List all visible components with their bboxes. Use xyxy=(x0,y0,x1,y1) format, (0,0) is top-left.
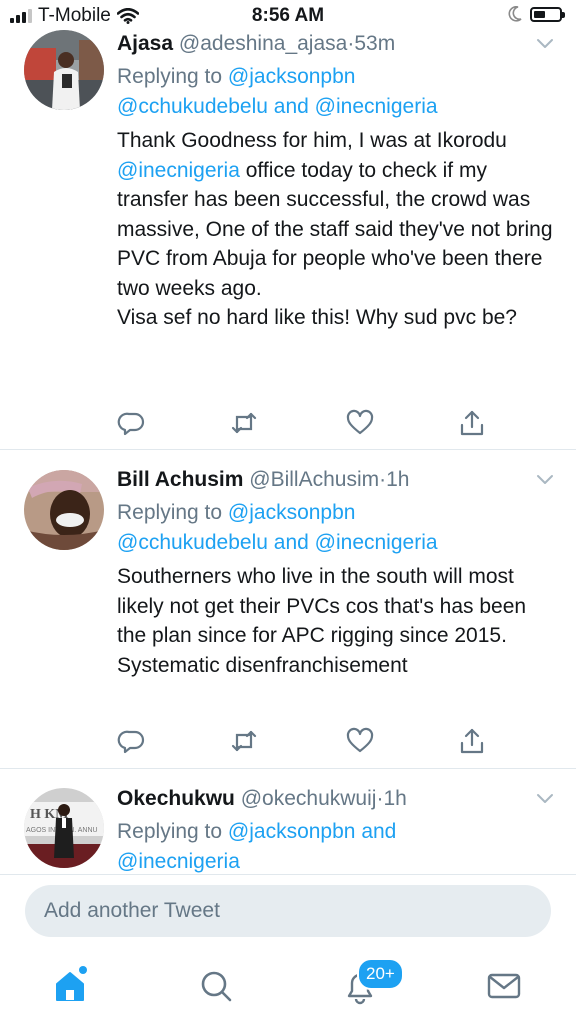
share-icon[interactable] xyxy=(457,726,487,756)
home-icon[interactable] xyxy=(50,966,90,1006)
mention-link[interactable]: @jacksonpbn xyxy=(228,820,356,843)
tweet-content: Ajasa @adeshina_ajasa·53m Replying to @j… xyxy=(117,30,557,333)
avatar[interactable] xyxy=(24,30,104,110)
mention-link[interactable]: @inecnigeria xyxy=(117,850,240,873)
tweet-text: Southerners who live in the south will m… xyxy=(117,562,557,680)
divider xyxy=(0,768,576,769)
notifications-badge: 20+ xyxy=(357,958,404,990)
tweet-card[interactable]: H KM AGOS INTERN. ANNU Okechukwu @okechu… xyxy=(0,785,576,874)
tweet-time[interactable]: 53m xyxy=(354,32,395,55)
tweet-card[interactable]: Ajasa @adeshina_ajasa·53m Replying to @j… xyxy=(0,30,576,449)
tweet-content: Bill Achusim @BillAchusim·1h Replying to… xyxy=(117,466,557,680)
replying-prefix: Replying to xyxy=(117,820,223,843)
tweet-header: Okechukwu @okechukwuij·1h xyxy=(117,785,557,813)
compose-placeholder: Add another Tweet xyxy=(44,899,220,922)
retweet-icon[interactable] xyxy=(229,726,259,756)
replying-to: Replying to @jacksonpbn @cchukudebelu an… xyxy=(117,62,557,122)
tweet-text-part: Thank Goodness for him, I was at Ikorodu xyxy=(117,129,507,152)
search-icon[interactable] xyxy=(196,966,236,1006)
mail-icon[interactable] xyxy=(484,966,524,1006)
mention-link[interactable]: @jacksonpbn xyxy=(228,501,356,524)
retweet-icon[interactable] xyxy=(229,408,259,438)
tweet-text: Thank Goodness for him, I was at Ikorodu… xyxy=(117,126,557,333)
tweet-card[interactable]: Bill Achusim @BillAchusim·1h Replying to… xyxy=(0,466,576,768)
moon-icon xyxy=(508,6,522,22)
mention-link[interactable]: @inecnigeria xyxy=(315,531,438,554)
user-name[interactable]: Ajasa xyxy=(117,32,173,55)
avatar[interactable]: H KM AGOS INTERN. ANNU xyxy=(24,788,104,868)
reply-icon[interactable] xyxy=(117,408,147,438)
mention-link[interactable]: @inecnigeria xyxy=(117,159,240,182)
user-name[interactable]: Okechukwu xyxy=(117,787,235,810)
mention-connector: and xyxy=(273,95,309,118)
user-name[interactable]: Bill Achusim xyxy=(117,468,243,491)
replying-to: Replying to @jacksonpbn @cchukudebelu an… xyxy=(117,498,557,558)
tweet-text-line: Systematic disenfranchisement xyxy=(117,653,408,677)
heart-icon[interactable] xyxy=(345,726,375,756)
replying-to: Replying to @jacksonpbn and @inecnigeria xyxy=(117,817,557,874)
share-icon[interactable] xyxy=(457,408,487,438)
tweet-time[interactable]: 1h xyxy=(383,787,406,810)
mention-link[interactable]: @cchukudebelu xyxy=(117,95,268,118)
tweet-actions xyxy=(117,726,517,756)
status-time: 8:56 AM xyxy=(251,5,325,26)
status-right xyxy=(508,6,565,22)
user-handle[interactable]: @BillAchusim xyxy=(249,468,379,491)
mention-link[interactable]: @jacksonpbn xyxy=(228,65,356,88)
mention-link[interactable]: @inecnigeria xyxy=(315,95,438,118)
tweet-text-line: Southerners who live in the south will m… xyxy=(117,565,527,647)
compose-input[interactable]: Add another Tweet xyxy=(25,885,551,937)
heart-icon[interactable] xyxy=(345,408,375,438)
tweet-actions xyxy=(117,408,517,438)
divider xyxy=(0,449,576,450)
avatar[interactable] xyxy=(24,470,104,550)
replying-prefix: Replying to xyxy=(117,65,223,88)
replying-prefix: Replying to xyxy=(117,501,223,524)
tweet-header: Bill Achusim @BillAchusim·1h xyxy=(117,466,557,494)
status-bar: T-Mobile 8:56 AM xyxy=(0,0,576,30)
mention-connector: and xyxy=(273,531,309,554)
tweet-time[interactable]: 1h xyxy=(386,468,409,491)
user-handle[interactable]: @adeshina_ajasa xyxy=(179,32,347,55)
tweet-content: Okechukwu @okechukwuij·1h Replying to @j… xyxy=(117,785,557,874)
compose-bar: Add another Tweet xyxy=(0,874,576,949)
mention-link[interactable]: @cchukudebelu xyxy=(117,531,268,554)
tweet-header: Ajasa @adeshina_ajasa·53m xyxy=(117,30,557,58)
tweet-text-line: Visa sef no hard like this! Why sud pvc … xyxy=(117,306,517,329)
reply-icon[interactable] xyxy=(117,726,147,756)
battery-icon xyxy=(530,6,565,22)
mention-connector: and xyxy=(361,820,397,843)
tab-bar xyxy=(0,948,576,1024)
user-handle[interactable]: @okechukwuij xyxy=(241,787,377,810)
